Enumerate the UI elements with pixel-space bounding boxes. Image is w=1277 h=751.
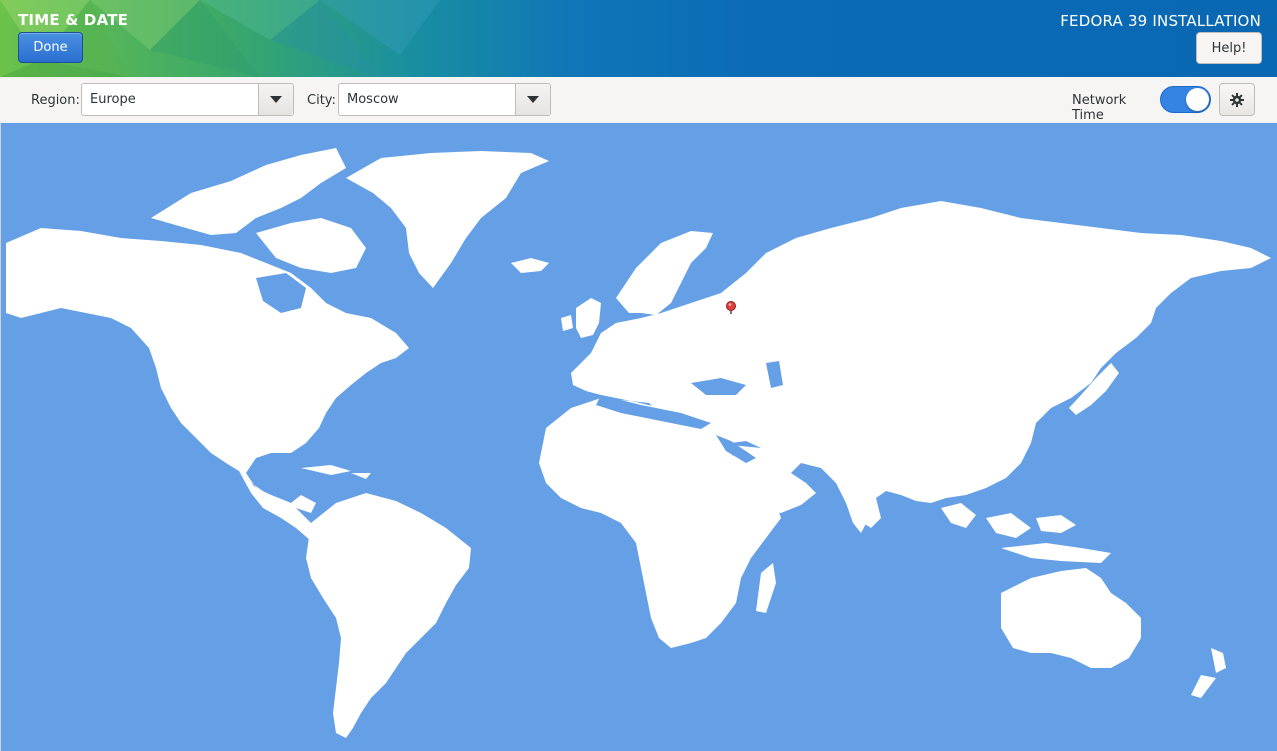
region-dropdown-button[interactable] — [258, 84, 293, 115]
network-time-switch[interactable] — [1160, 86, 1211, 113]
chevron-down-icon — [270, 96, 282, 103]
city-value[interactable]: Moscow — [339, 84, 515, 115]
city-label: City: — [307, 93, 336, 108]
region-combo[interactable]: Europe — [81, 83, 294, 116]
network-time-label: Network Time — [1072, 93, 1127, 123]
header-bar: TIME & DATE Done FEDORA 39 INSTALLATION … — [0, 0, 1277, 77]
chevron-down-icon — [527, 96, 539, 103]
region-label: Region: — [31, 93, 80, 108]
timezone-toolbar: Region: Europe City: Moscow Network Time — [0, 77, 1277, 123]
world-map[interactable] — [1, 123, 1277, 751]
switch-knob — [1186, 88, 1209, 111]
landmasses — [6, 148, 1271, 738]
timezone-map[interactable] — [0, 123, 1277, 751]
region-value[interactable]: Europe — [82, 84, 258, 115]
help-button[interactable]: Help! — [1196, 32, 1262, 64]
screen-title: TIME & DATE — [18, 11, 129, 29]
city-dropdown-button[interactable] — [515, 84, 550, 115]
ntp-settings-button[interactable] — [1219, 83, 1255, 116]
gear-icon — [1230, 92, 1244, 107]
done-button[interactable]: Done — [18, 32, 83, 63]
installation-title: FEDORA 39 INSTALLATION — [1060, 12, 1261, 30]
city-combo[interactable]: Moscow — [338, 83, 551, 116]
